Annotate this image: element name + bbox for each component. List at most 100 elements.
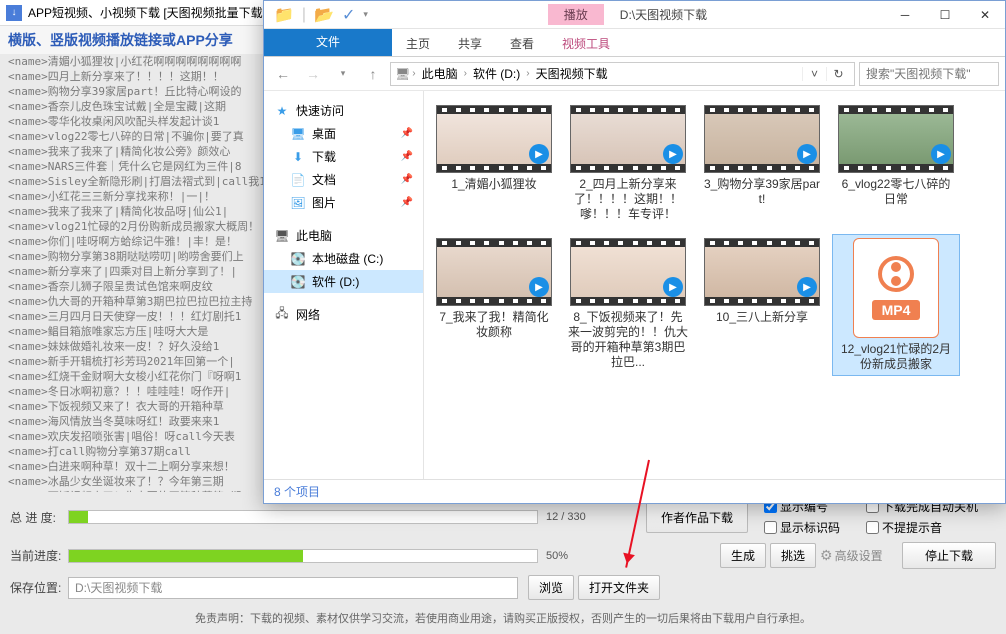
file-name: 12_vlog21忙碌的2月份新成员搬家 (836, 342, 956, 372)
sidebar-this-pc[interactable]: 🖥此电脑 (264, 224, 423, 247)
sidebar-drive-c[interactable]: 💽本地磁盘 (C:) (264, 247, 423, 270)
file-item[interactable]: ▶ 6_vlog22零七八碎的日常 (832, 101, 960, 226)
generate-button[interactable]: 生成 (720, 543, 766, 568)
save-path-input[interactable] (68, 577, 518, 599)
maximize-button[interactable]: ☐ (925, 1, 965, 29)
current-progress-bar (68, 549, 538, 563)
pc-crumb-icon: 🖥 (395, 67, 410, 81)
play-badge-icon: ▶ (663, 144, 683, 164)
app-icon: ↓ (6, 5, 22, 21)
address-row: ← → ▾ ↑ 🖥 › 此电脑 › 软件 (D:) › 天图视频下载 ˅ ↻ (264, 57, 1005, 91)
play-badge-icon: ▶ (663, 277, 683, 297)
file-item[interactable]: MP412_vlog21忙碌的2月份新成员搬家 (832, 234, 960, 376)
video-thumbnail: ▶ (570, 238, 686, 306)
sidebar-documents[interactable]: 📄文档📌 (264, 168, 423, 191)
crumb-drive[interactable]: 软件 (D:) (469, 65, 524, 82)
pin-icon: 📌 (401, 128, 413, 139)
app-title: APP短视频、小视频下载 [天图视频批量下载 (28, 4, 263, 21)
file-name: 8_下饭视频来了！先来一波剪完的！！仇大哥的开箱种草第3期巴拉巴... (568, 310, 688, 370)
file-name: 7_我来了我！精简化妆颜称 (434, 310, 554, 340)
chevron-right-icon[interactable]: › (462, 68, 469, 79)
video-thumbnail: ▶ (704, 105, 820, 173)
crumb-folder[interactable]: 天图视频下载 (532, 65, 612, 82)
show-id-checkbox[interactable]: 显示标识码 (764, 519, 840, 536)
file-item[interactable]: ▶ 10_三八上新分享 (698, 234, 826, 376)
crumb-pc[interactable]: 此电脑 (418, 65, 462, 82)
dropdown-icon[interactable]: ˅ (802, 67, 826, 81)
video-thumbnail: ▶ (838, 105, 954, 173)
play-badge-icon: ▶ (797, 144, 817, 164)
file-name: 3_购物分享39家居part! (702, 177, 822, 207)
explorer-titlebar[interactable]: 📁 | 📂 ✓ ▾ 播放 D:\天图视频下载 ─ ☐ ✕ (264, 1, 1005, 29)
play-badge-icon: ▶ (529, 277, 549, 297)
file-item[interactable]: ▶ 8_下饭视频来了！先来一波剪完的！！仇大哥的开箱种草第3期巴拉巴... (564, 234, 692, 376)
open-folder-button[interactable]: 打开文件夹 (578, 575, 660, 600)
address-bar[interactable]: 🖥 › 此电脑 › 软件 (D:) › 天图视频下载 ˅ ↻ (390, 62, 855, 86)
file-item[interactable]: ▶1_清媚小狐狸妆 (430, 101, 558, 226)
gear-icon: ⚙ (820, 547, 833, 564)
current-progress-text: 50% (546, 550, 626, 562)
play-badge-icon: ▶ (931, 144, 951, 164)
chevron-right-icon[interactable]: › (524, 68, 531, 79)
checkmark-icon[interactable]: ✓ (342, 5, 355, 25)
sidebar-drive-d[interactable]: 💽软件 (D:) (264, 270, 423, 293)
download-icon: ⬇ (290, 149, 306, 165)
file-list[interactable]: ▶1_清媚小狐狸妆▶2_四月上新分享来了！！！！这期！！嗲！！！车专评！▶3_购… (424, 91, 1005, 479)
qat-dropdown-icon[interactable]: ▾ (363, 9, 368, 20)
desktop-icon: 🖥 (290, 126, 306, 142)
refresh-icon[interactable]: ↻ (826, 67, 850, 81)
sidebar-desktop[interactable]: 🖥桌面📌 (264, 122, 423, 145)
up-button[interactable]: ↑ (360, 61, 386, 87)
tab-view[interactable]: 查看 (496, 29, 548, 56)
total-progress-label: 总 进 度: (10, 509, 68, 526)
ribbon-tabs: 文件 主页 共享 查看 视频工具 (264, 29, 1005, 57)
no-sound-checkbox[interactable]: 不提提示音 (866, 519, 978, 536)
folder-open-icon[interactable]: 📂 (314, 5, 334, 25)
file-name: 1_清媚小狐狸妆 (434, 177, 554, 192)
back-button[interactable]: ← (270, 61, 296, 87)
star-icon: ★ (274, 103, 290, 119)
pc-icon: 🖥 (274, 228, 290, 244)
stop-download-button[interactable]: 停止下载 (902, 542, 996, 569)
item-count: 8 个项目 (274, 483, 320, 500)
recent-dropdown[interactable]: ▾ (330, 61, 356, 87)
chevron-right-icon[interactable]: › (410, 68, 417, 79)
video-thumbnail: ▶ (570, 105, 686, 173)
pick-button[interactable]: 挑选 (770, 543, 816, 568)
video-thumbnail: ▶ (704, 238, 820, 306)
browse-button[interactable]: 浏览 (528, 575, 574, 600)
file-item[interactable]: ▶ 7_我来了我！精简化妆颜称 (430, 234, 558, 376)
network-icon: 🖧 (274, 307, 290, 323)
drive-icon: 💽 (290, 274, 306, 290)
save-location-label: 保存位置: (10, 579, 68, 596)
qat-sep: | (302, 6, 306, 24)
author-download-button[interactable]: 作者作品下载 (646, 502, 748, 533)
file-item[interactable]: ▶2_四月上新分享来了！！！！这期！！嗲！！！车专评！ (564, 101, 692, 226)
tab-video-tools[interactable]: 视频工具 (548, 29, 624, 56)
sidebar-network[interactable]: 🖧网络 (264, 303, 423, 326)
file-name: 10_三八上新分享 (702, 310, 822, 325)
window-path-text: D:\天图视频下载 (612, 6, 715, 23)
explorer-window: 📁 | 📂 ✓ ▾ 播放 D:\天图视频下载 ─ ☐ ✕ 文件 主页 共享 查看… (263, 0, 1006, 504)
total-progress-text: 12 / 330 (546, 511, 626, 523)
document-icon: 📄 (290, 172, 306, 188)
pin-icon: 📌 (401, 197, 413, 208)
play-context-tab[interactable]: 播放 (548, 4, 604, 25)
sidebar-pictures[interactable]: 🖼图片📌 (264, 191, 423, 214)
minimize-button[interactable]: ─ (885, 1, 925, 29)
sidebar-downloads[interactable]: ⬇下载📌 (264, 145, 423, 168)
folder-icon: 📁 (274, 5, 294, 25)
disclaimer-text: 免责声明：下载的视频、素材仅供学习交流，若使用商业用途，请购买正版授权，否则产生… (10, 606, 996, 626)
forward-button[interactable]: → (300, 61, 326, 87)
total-progress-bar (68, 510, 538, 524)
tab-share[interactable]: 共享 (444, 29, 496, 56)
sidebar-quick-access[interactable]: ★快速访问 (264, 99, 423, 122)
file-name: 6_vlog22零七八碎的日常 (836, 177, 956, 207)
tab-home[interactable]: 主页 (392, 29, 444, 56)
current-progress-label: 当前进度: (10, 547, 68, 564)
search-input[interactable] (859, 62, 999, 86)
advanced-settings-link[interactable]: 高级设置 (835, 547, 883, 564)
tab-file[interactable]: 文件 (264, 29, 392, 56)
file-item[interactable]: ▶ 3_购物分享39家居part! (698, 101, 826, 226)
close-button[interactable]: ✕ (965, 1, 1005, 29)
